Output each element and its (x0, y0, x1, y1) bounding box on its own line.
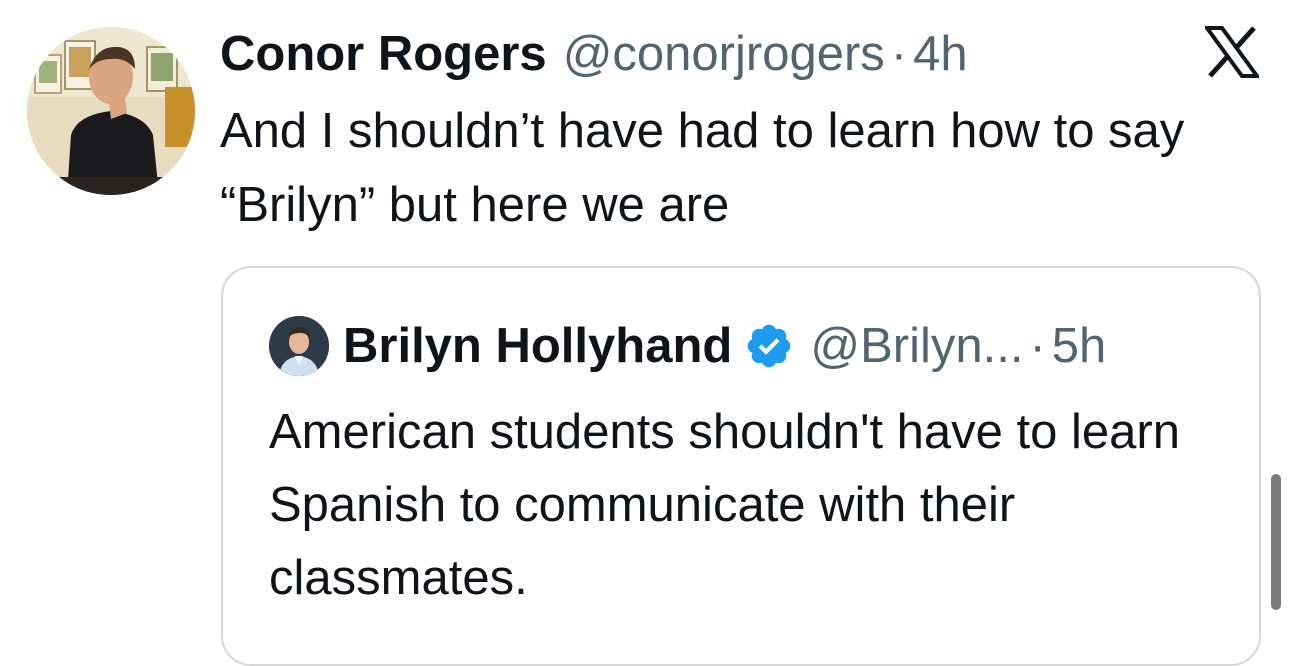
author-name[interactable]: Conor Rogers (220, 26, 547, 82)
quoted-tweet-text: American students shouldn't have to lear… (269, 405, 1180, 605)
tweet[interactable]: Conor Rogers @conorjrogers · 4h And I sh… (0, 0, 1290, 666)
author-avatar-image (27, 27, 195, 195)
separator-dot: · (890, 27, 908, 81)
quoted-author-avatar-image (269, 316, 329, 376)
quoted-author-name[interactable]: Brilyn Hollyhand (343, 318, 732, 374)
tweet-timestamp[interactable]: 4h (913, 26, 968, 82)
quoted-tweet-header: Brilyn Hollyhand @Brilyn... · 5h (269, 314, 1106, 378)
verified-badge-icon (747, 324, 791, 368)
quoted-tweet-timestamp[interactable]: 5h (1052, 318, 1107, 374)
quoted-tweet-card[interactable]: Brilyn Hollyhand @Brilyn... · 5h America… (221, 266, 1261, 666)
x-logo-icon[interactable] (1205, 26, 1259, 78)
author-handle[interactable]: @conorjrogers (563, 26, 885, 82)
tweet-header: Conor Rogers @conorjrogers · 4h (220, 22, 968, 86)
quoted-author-avatar[interactable] (269, 316, 329, 376)
scrollbar-thumb[interactable] (1271, 474, 1281, 610)
tweet-text: And I shouldn’t have had to learn how to… (220, 104, 1185, 232)
quoted-separator-dot: · (1029, 319, 1046, 373)
quoted-author-handle[interactable]: @Brilyn... (810, 318, 1023, 374)
author-avatar[interactable] (27, 27, 195, 195)
